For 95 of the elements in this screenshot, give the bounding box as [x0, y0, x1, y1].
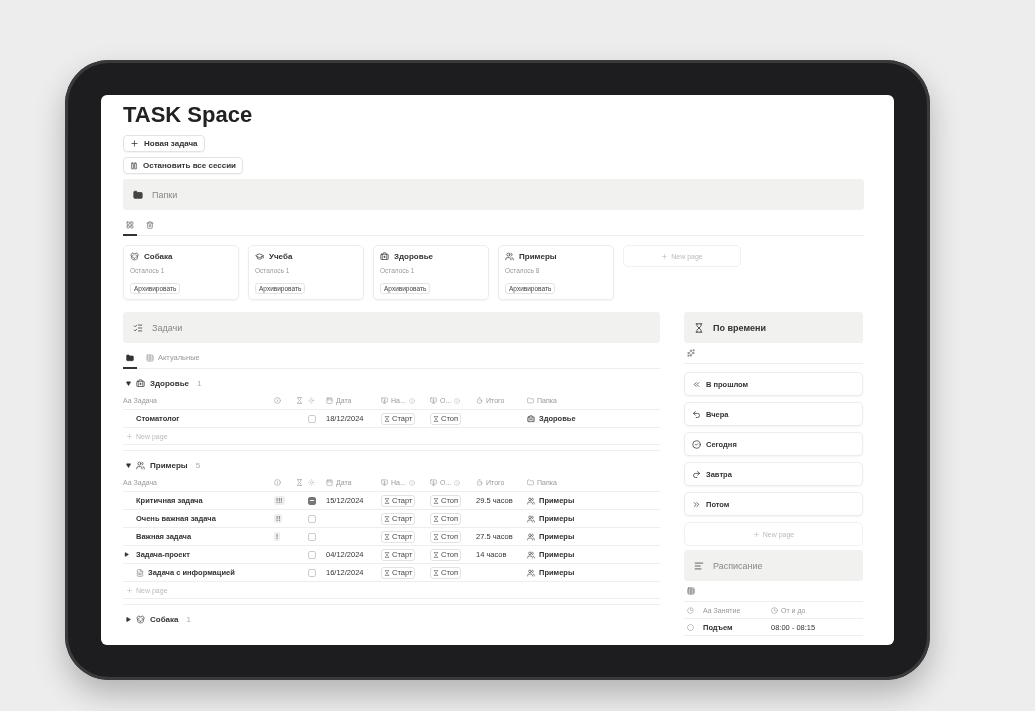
table-icon [146, 353, 154, 362]
info-icon [454, 479, 461, 486]
hourglass-icon [433, 551, 439, 558]
hourglass-icon [433, 515, 439, 522]
download-box-icon [430, 397, 437, 404]
pie-icon [687, 606, 694, 614]
folder-icon [126, 353, 134, 362]
hourglass-icon [433, 533, 439, 540]
medical-bag-icon [380, 252, 389, 261]
card-title: Собака [144, 252, 173, 261]
expand-caret-icon[interactable] [126, 617, 131, 622]
sun-icon [308, 397, 315, 404]
hourglass-icon [433, 569, 439, 576]
sparkle-icon [687, 349, 695, 357]
plus-icon [752, 530, 760, 538]
expand-caret-icon[interactable] [124, 552, 129, 557]
medical-bag-icon [136, 379, 145, 388]
info-icon [454, 397, 461, 404]
section-title: Папки [152, 189, 178, 200]
group-title: Примеры [150, 461, 188, 470]
group-count: 1 [186, 615, 191, 624]
document-icon [136, 568, 144, 577]
stop-sessions-button[interactable]: Остановить все сессии [123, 157, 244, 174]
check-circle-icon [692, 439, 701, 449]
table-icon [687, 587, 695, 595]
group-title: Здоровье [150, 379, 190, 388]
stopwatch-icon [476, 479, 483, 486]
section-title: По времени [713, 322, 766, 333]
checkbox[interactable] [308, 496, 316, 505]
people-icon [527, 568, 535, 577]
download-box-icon [381, 397, 388, 404]
info-icon [408, 479, 415, 486]
medical-bag-icon [527, 414, 535, 423]
plus-icon [126, 432, 133, 440]
download-box-icon [430, 479, 437, 486]
hourglass-icon [384, 551, 390, 558]
plus-icon [661, 252, 669, 260]
double-arrow-right-icon [692, 499, 701, 509]
hourglass-icon [433, 415, 439, 422]
hourglass-icon [296, 479, 303, 486]
people-icon [505, 252, 514, 261]
arrow-back-icon [692, 409, 701, 419]
hourglass-icon [384, 569, 390, 576]
calendar-icon [326, 479, 333, 486]
hourglass-icon [384, 415, 390, 422]
hourglass-icon [384, 497, 390, 504]
checkbox[interactable] [308, 414, 316, 423]
pause-icon [130, 161, 138, 170]
group-title: Собака [150, 615, 179, 624]
checkbox[interactable] [308, 532, 316, 541]
folder-icon [527, 397, 534, 404]
hourglass-icon [384, 515, 390, 522]
people-icon [527, 496, 535, 505]
group-count: 5 [195, 461, 201, 470]
hourglass-icon [384, 533, 390, 540]
people-icon [527, 550, 535, 559]
dog-icon [130, 252, 139, 261]
hourglass-icon [296, 397, 303, 404]
people-icon [136, 461, 145, 470]
stopwatch-icon [476, 397, 483, 404]
trash-icon [146, 220, 154, 229]
sun-icon [308, 479, 315, 486]
checkbox[interactable] [308, 550, 316, 559]
download-box-icon [381, 479, 388, 486]
folder-icon [133, 189, 143, 200]
dog-icon [136, 615, 145, 624]
folder-icon [527, 479, 534, 486]
card-title: Примеры [519, 252, 557, 261]
double-arrow-left-icon [692, 379, 701, 389]
checklist-icon [133, 322, 143, 333]
section-title: Задачи [152, 322, 183, 333]
grid-icon [126, 220, 134, 229]
plus-icon [130, 139, 139, 148]
clock-icon [771, 606, 778, 614]
people-icon [527, 532, 535, 541]
collapse-caret-icon[interactable] [126, 381, 131, 386]
hourglass-icon [694, 322, 704, 333]
section-title: Расписание [713, 560, 763, 571]
arrow-forward-icon [692, 469, 701, 479]
new-task-button[interactable]: Новая задача [123, 135, 205, 152]
info-icon [408, 397, 415, 404]
group-count: 1 [197, 379, 202, 388]
calendar-icon [326, 397, 333, 404]
people-icon [527, 514, 535, 523]
checkbox[interactable] [308, 568, 316, 577]
card-title: Здоровье [394, 252, 434, 261]
checkbox[interactable] [308, 514, 316, 523]
stacked-lines-icon [694, 560, 704, 571]
graduation-cap-icon [255, 252, 264, 261]
card-title: Учеба [269, 252, 293, 261]
page-title: TASK Space [123, 101, 254, 129]
plus-icon [126, 586, 133, 594]
hourglass-icon [433, 497, 439, 504]
circle-icon [687, 623, 694, 631]
collapse-caret-icon[interactable] [126, 463, 131, 468]
